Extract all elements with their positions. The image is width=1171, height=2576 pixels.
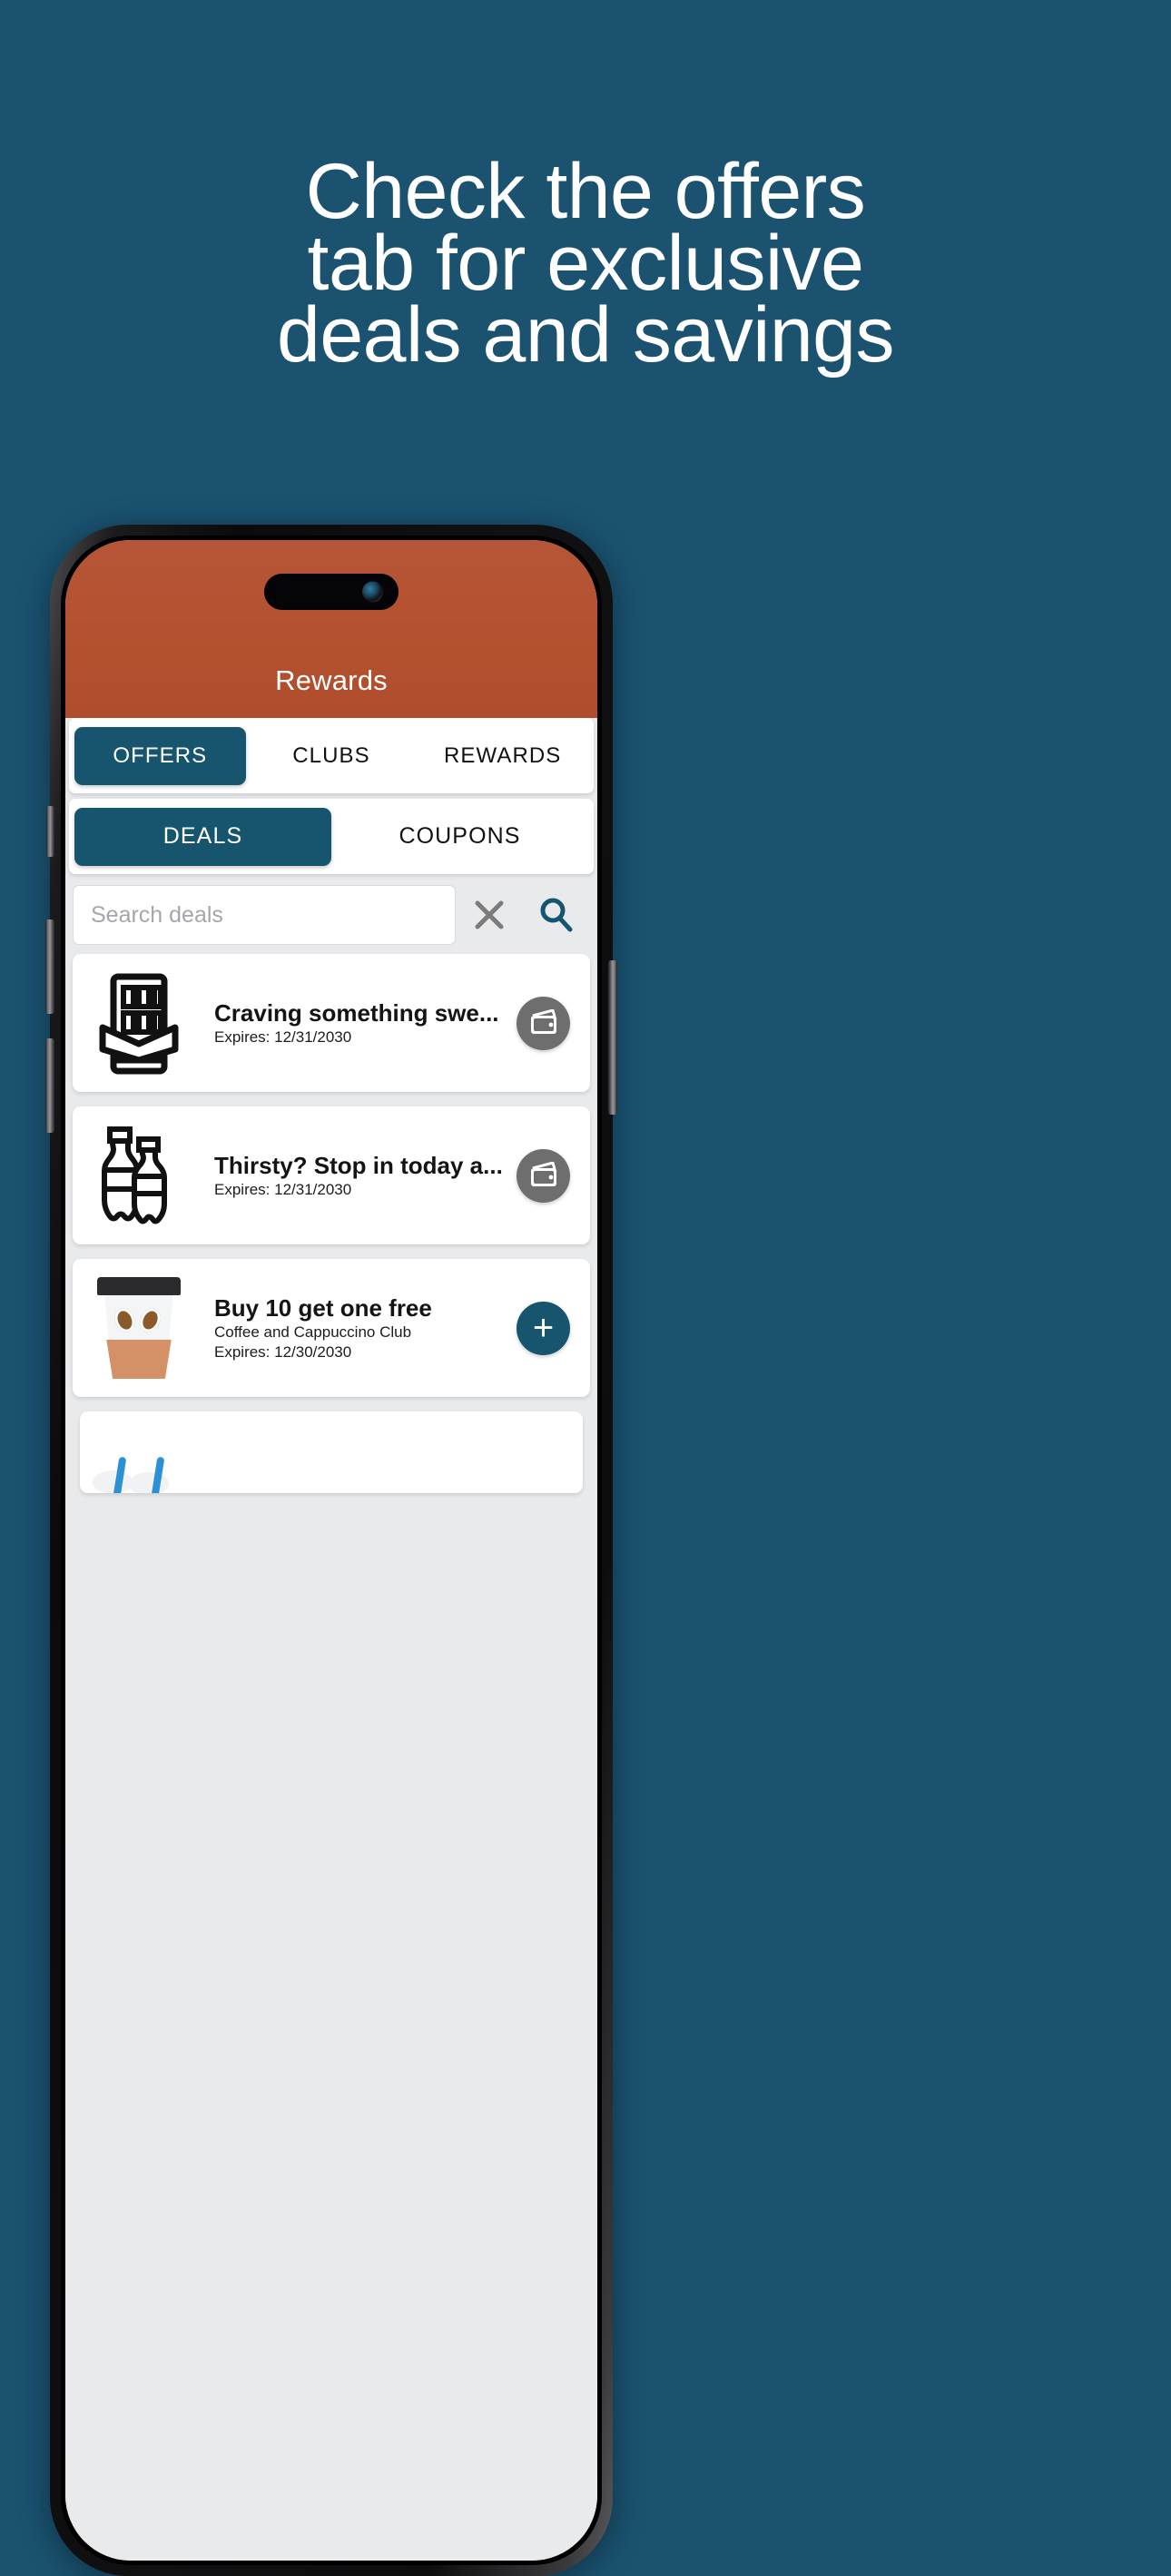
- chocolate-bar-icon: [85, 968, 192, 1078]
- page-title: Rewards: [275, 664, 388, 696]
- cup-lid: [97, 1277, 181, 1295]
- deal-card[interactable]: Thirsty? Stop in today a... Expires: 12/…: [73, 1106, 590, 1244]
- phone-mockup: Rewards OFFERS CLUBS REWARDS DEALS COUPO…: [45, 525, 617, 2576]
- deal-expiry: Expires: 12/30/2030: [214, 1343, 352, 1361]
- wallet-icon: [530, 1162, 556, 1186]
- deal-text: Craving something swe... Expires: 12/31/…: [192, 998, 517, 1047]
- clear-search-button[interactable]: [456, 885, 523, 945]
- coffee-cup-icon: [85, 1273, 192, 1383]
- search-input[interactable]: Search deals: [73, 885, 456, 945]
- primary-tab-bar: OFFERS CLUBS REWARDS: [69, 718, 594, 793]
- cup-sleeve: [106, 1340, 172, 1379]
- soda-bottles-icon: [85, 1120, 192, 1231]
- magnifier-icon: [540, 898, 573, 932]
- deal-list: Craving something swe... Expires: 12/31/…: [65, 954, 597, 1493]
- tab-clubs[interactable]: CLUBS: [246, 727, 418, 785]
- deal-card-partial[interactable]: [80, 1411, 583, 1493]
- phone-screen: Rewards OFFERS CLUBS REWARDS DEALS COUPO…: [65, 540, 597, 2561]
- phone-frame: Rewards OFFERS CLUBS REWARDS DEALS COUPO…: [45, 525, 617, 2576]
- deal-text: Thirsty? Stop in today a... Expires: 12/…: [192, 1151, 517, 1200]
- add-to-wallet-button[interactable]: [517, 996, 570, 1050]
- coffee-cup-graphic: [97, 1277, 181, 1379]
- dynamic-island: [264, 574, 399, 610]
- search-button[interactable]: [523, 885, 590, 945]
- deal-subtitle: Coffee and Cappuccino Club: [214, 1323, 412, 1341]
- volume-down-button[interactable]: [45, 1038, 54, 1133]
- deal-card[interactable]: Craving something swe... Expires: 12/31/…: [73, 954, 590, 1092]
- tab-deals[interactable]: DEALS: [74, 807, 331, 866]
- app-header: Rewards: [65, 540, 597, 718]
- plus-icon: +: [532, 1308, 555, 1348]
- headline-line-1: Check the offers: [305, 148, 866, 235]
- add-to-wallet-button[interactable]: [517, 1148, 570, 1203]
- deal-title: Craving something swe...: [214, 999, 499, 1027]
- volume-up-button[interactable]: [45, 919, 54, 1014]
- toothbrush-icon: [93, 1457, 169, 1493]
- close-x-icon: [475, 900, 504, 929]
- silence-switch-button[interactable]: [46, 806, 54, 857]
- tab-rewards[interactable]: REWARDS: [417, 727, 588, 785]
- wallet-icon: [530, 1009, 556, 1034]
- deal-expiry: Expires: 12/31/2030: [214, 1181, 352, 1198]
- headline-line-3: deals and savings: [277, 291, 894, 379]
- search-row: Search deals: [65, 880, 597, 954]
- deal-expiry: Expires: 12/31/2030: [214, 1028, 352, 1046]
- deal-title: Buy 10 get one free: [214, 1294, 432, 1322]
- tab-coupons[interactable]: COUPONS: [331, 808, 588, 866]
- add-club-button[interactable]: +: [517, 1301, 570, 1355]
- front-camera-icon: [362, 581, 383, 603]
- power-button[interactable]: [608, 960, 617, 1115]
- promo-headline: Check the offers tab for exclusive deals…: [0, 148, 1171, 379]
- headline-line-2: tab for exclusive: [307, 220, 864, 307]
- deal-title: Thirsty? Stop in today a...: [214, 1152, 503, 1179]
- secondary-tab-bar: DEALS COUPONS: [69, 799, 594, 874]
- tab-offers[interactable]: OFFERS: [74, 726, 246, 785]
- app-body: OFFERS CLUBS REWARDS DEALS COUPONS Searc…: [65, 718, 597, 2561]
- deal-card[interactable]: Buy 10 get one free Coffee and Cappuccin…: [73, 1259, 590, 1397]
- deal-text: Buy 10 get one free Coffee and Cappuccin…: [192, 1293, 517, 1362]
- phone-bezel: Rewards OFFERS CLUBS REWARDS DEALS COUPO…: [61, 536, 602, 2565]
